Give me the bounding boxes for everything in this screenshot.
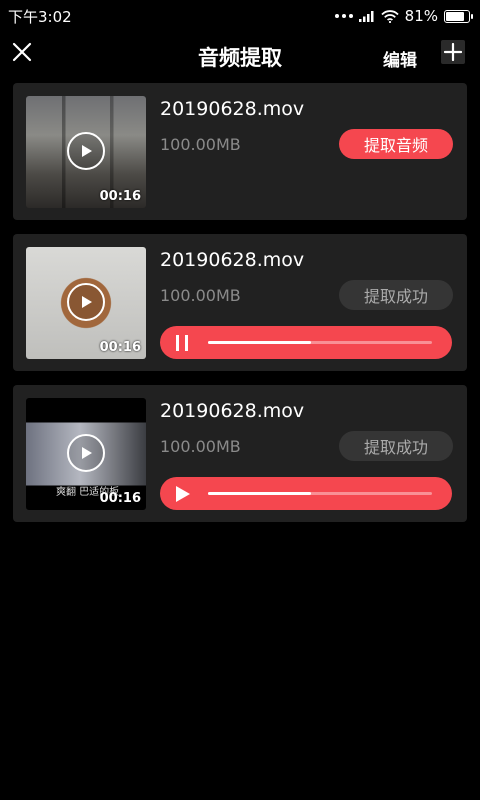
wifi-icon — [381, 9, 399, 23]
edit-button[interactable]: 编辑 — [383, 46, 417, 71]
status-time: 下午3:02 — [8, 7, 72, 26]
audio-player — [160, 326, 452, 359]
play-audio-button[interactable] — [172, 484, 192, 504]
audio-progress-fill — [208, 492, 312, 495]
audio-progress-fill — [208, 341, 312, 344]
play-video-button[interactable] — [67, 132, 105, 170]
video-filename: 20190628.mov — [160, 400, 305, 422]
play-video-button[interactable] — [67, 283, 105, 321]
audio-player — [160, 477, 452, 510]
status-icons: 81% — [334, 7, 473, 25]
extract-audio-button[interactable]: 提取音频 — [339, 129, 453, 159]
add-button[interactable] — [441, 40, 465, 64]
video-thumbnail[interactable]: 00:16 — [26, 96, 146, 208]
app-header: 音频提取 编辑 — [0, 32, 480, 78]
signal-icon — [358, 11, 374, 22]
video-thumbnail[interactable]: 爽翻 巴适的板 00:16 — [26, 398, 146, 510]
pause-button[interactable] — [172, 333, 192, 353]
play-video-button[interactable] — [67, 434, 105, 472]
play-icon — [176, 486, 190, 502]
video-duration: 00:16 — [99, 189, 141, 204]
video-filesize: 100.00MB — [160, 286, 241, 305]
audio-progress-bar[interactable] — [208, 341, 432, 344]
video-card-1: 00:16 20190628.mov 100.00MB 提取音频 — [13, 83, 467, 220]
audio-progress-bar[interactable] — [208, 492, 432, 495]
play-icon — [82, 145, 92, 157]
status-bar: 下午3:02 81% — [0, 0, 480, 32]
battery-fill — [446, 11, 464, 21]
pause-icon — [176, 335, 188, 351]
video-filename: 20190628.mov — [160, 98, 305, 120]
play-icon — [82, 447, 92, 459]
video-card-3: 爽翻 巴适的板 00:16 20190628.mov 100.00MB 提取成功 — [13, 385, 467, 522]
video-filename: 20190628.mov — [160, 249, 305, 271]
battery-percent: 81% — [404, 7, 438, 25]
video-duration: 00:16 — [99, 491, 141, 506]
close-button[interactable] — [10, 40, 34, 64]
video-card-2: 00:16 20190628.mov 100.00MB 提取成功 — [13, 234, 467, 371]
video-filesize: 100.00MB — [160, 437, 241, 456]
plus-icon — [444, 43, 462, 61]
video-thumbnail[interactable]: 00:16 — [26, 247, 146, 359]
battery-icon — [444, 9, 473, 23]
extract-success-button[interactable]: 提取成功 — [339, 431, 453, 461]
more-dots-icon — [334, 14, 353, 18]
video-filesize: 100.00MB — [160, 135, 241, 154]
play-icon — [82, 296, 92, 308]
extract-success-button[interactable]: 提取成功 — [339, 280, 453, 310]
video-duration: 00:16 — [99, 340, 141, 355]
close-icon — [12, 42, 32, 62]
